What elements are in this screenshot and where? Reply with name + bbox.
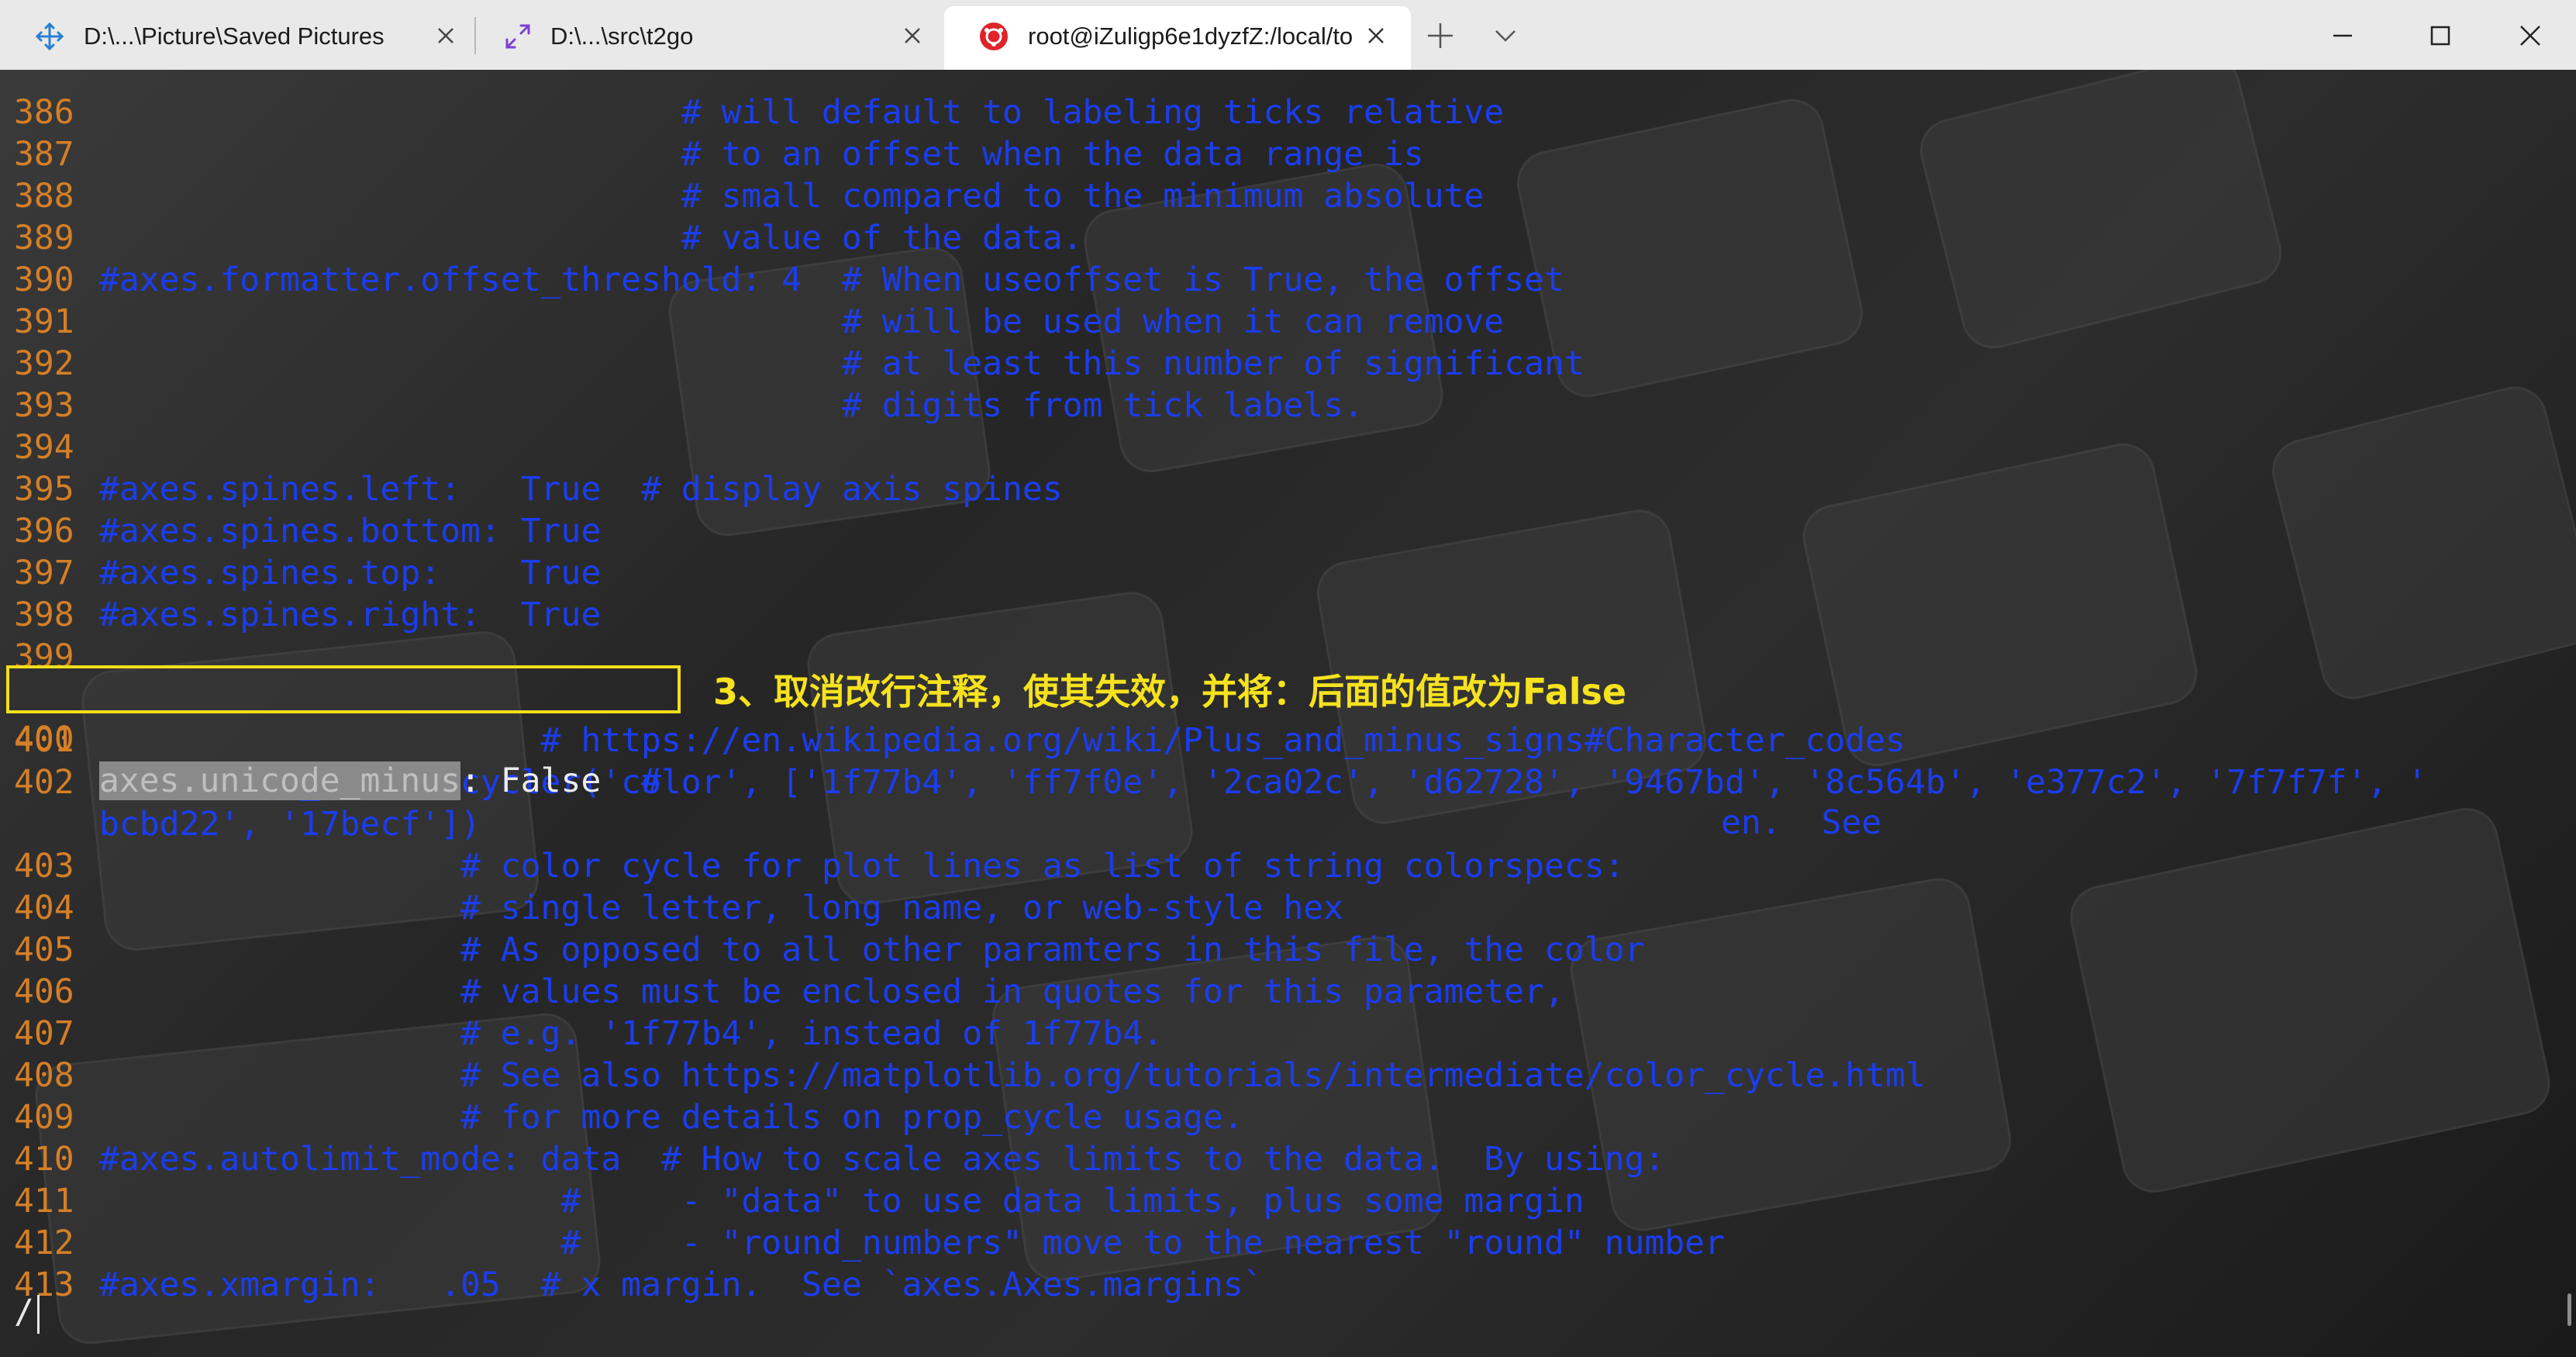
line-number: 393 xyxy=(14,386,74,425)
line-number: 411 xyxy=(14,1182,74,1221)
line-content: # for more details on prop_cycle usage. xyxy=(99,1098,1243,1137)
move-icon xyxy=(35,22,64,51)
new-tab-button[interactable] xyxy=(1425,20,1456,51)
line-number: 409 xyxy=(14,1098,74,1137)
annotation-highlight-box xyxy=(6,665,681,713)
line-content: # will be used when it can remove xyxy=(99,302,1505,341)
line-number: 406 xyxy=(14,972,74,1011)
line-number: 404 xyxy=(14,889,74,927)
setting-value: : False xyxy=(460,761,602,800)
line-number: 391 xyxy=(14,302,74,341)
line-number: 405 xyxy=(14,931,74,969)
line-content: # values must be enclosed in quotes for … xyxy=(99,972,1564,1011)
line-number: 388 xyxy=(14,177,74,216)
command-text: / xyxy=(14,1293,34,1331)
search-highlight: axes.unicode_minus xyxy=(99,761,460,800)
close-icon[interactable] xyxy=(2512,17,2549,54)
line-content: # e.g. '1f77b4', instead of 1f77b4. xyxy=(99,1014,1164,1053)
line-content: #axes.formatter.offset_threshold: 4 # Wh… xyxy=(99,261,1564,299)
ubuntu-icon xyxy=(980,22,1008,50)
line-content: # small compared to the minimum absolute xyxy=(99,177,1485,216)
resize-arrows-icon xyxy=(505,24,530,49)
line-number: 392 xyxy=(14,344,74,383)
line-number: 410 xyxy=(14,1140,74,1179)
line-number: 396 xyxy=(14,512,74,551)
line-content: # to an offset when the data range is xyxy=(99,135,1424,174)
line-content: # - "round_numbers" move to the nearest … xyxy=(99,1224,1725,1262)
line-content: #axes.spines.left: True # display axis s… xyxy=(99,470,1063,509)
line-content: #axes.spines.top: True xyxy=(99,554,602,592)
chevron-down-icon[interactable] xyxy=(1491,22,1519,50)
line-content: axes.unicode_minus: False # xyxy=(99,760,661,802)
line-number: 412 xyxy=(14,1224,74,1262)
line-content: #axes.autolimit_mode: data # How to scal… xyxy=(99,1140,1665,1179)
line-number: 397 xyxy=(14,554,74,592)
maximize-icon[interactable] xyxy=(2422,17,2459,54)
tab-title: D:\...\Picture\Saved Pictures xyxy=(84,22,385,50)
line-content: #axes.spines.right: True xyxy=(99,596,602,634)
line-number: 394 xyxy=(14,428,74,467)
command-line[interactable]: / xyxy=(14,1289,40,1335)
terminal-pane[interactable]: 386 # will default to labeling ticks rel… xyxy=(0,70,2576,1357)
tab-title: D:\...\src\t2go xyxy=(550,22,694,50)
line-content: # color cycle for plot lines as list of … xyxy=(99,847,1625,886)
line-number: 390 xyxy=(14,261,74,299)
close-icon[interactable] xyxy=(899,22,926,49)
line-content: # As opposed to all other paramters in t… xyxy=(99,931,1645,969)
line-content: # digits from tick labels. xyxy=(99,386,1364,425)
tab-title: root@iZuligp6e1dyzfZ:/local/too xyxy=(1028,22,1354,50)
line-number: 400 xyxy=(14,720,74,758)
comment-fragment: # xyxy=(601,761,661,800)
annotation-text: 3、取消改行注释，使其失效，并将：后面的值改为False xyxy=(713,671,1627,713)
scrollbar-thumb[interactable] xyxy=(2567,1293,2571,1326)
comment-tail: en. See xyxy=(1721,803,1882,842)
line-content: # value of the data. xyxy=(99,219,1083,257)
line-content: # See also https://matplotlib.org/tutori… xyxy=(99,1056,1926,1095)
tab-t2go[interactable]: D:\...\src\t2go xyxy=(474,0,940,70)
line-content: # at least this number of significant xyxy=(99,344,1585,383)
line-content: # single letter, long name, or web-style… xyxy=(99,889,1344,927)
tab-bar: D:\...\Picture\Saved Pictures D:\...\src… xyxy=(0,0,2576,70)
tab-root-terminal[interactable]: root@iZuligp6e1dyzfZ:/local/too xyxy=(944,6,1411,70)
text-cursor xyxy=(36,1294,40,1334)
tab-saved-pictures[interactable]: D:\...\Picture\Saved Pictures xyxy=(0,0,474,70)
line-number: 398 xyxy=(14,596,74,634)
terminal-window: D:\...\Picture\Saved Pictures D:\...\src… xyxy=(0,0,2576,1357)
line-number: 387 xyxy=(14,135,74,174)
minimize-icon[interactable] xyxy=(2324,17,2361,54)
line-number: 386 xyxy=(14,93,74,132)
line-content: #axes.xmargin: .05 # x margin. See `axes… xyxy=(99,1265,1264,1304)
line-content: # will default to labeling ticks relativ… xyxy=(99,93,1505,132)
line-number: 408 xyxy=(14,1056,74,1095)
line-number: 389 xyxy=(14,219,74,257)
line-content: bcbd22', '17becf']) xyxy=(99,805,481,844)
close-icon[interactable] xyxy=(1363,22,1389,49)
line-number: 395 xyxy=(14,470,74,509)
line-content: # - "data" to use data limits, plus some… xyxy=(99,1182,1585,1221)
close-icon[interactable] xyxy=(433,22,459,49)
line-number: 407 xyxy=(14,1014,74,1053)
line-content: #axes.spines.bottom: True xyxy=(99,512,602,551)
line-content: # https://en.wikipedia.org/wiki/Plus_and… xyxy=(99,721,1905,760)
